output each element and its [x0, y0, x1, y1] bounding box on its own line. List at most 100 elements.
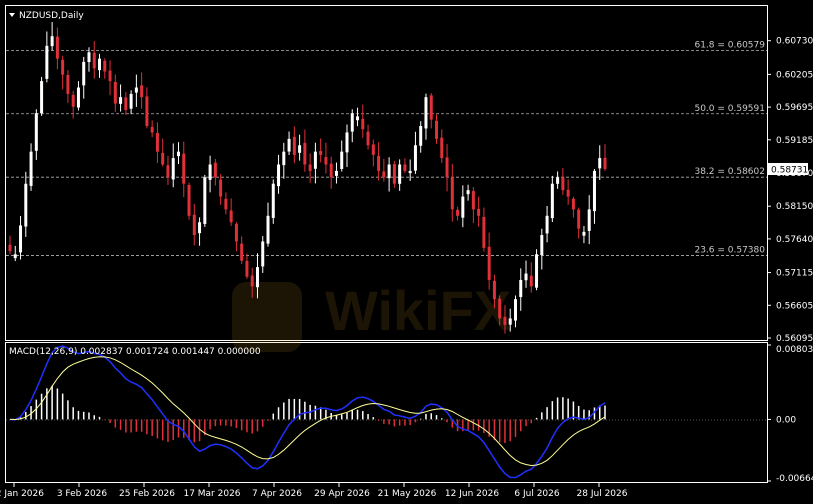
candle-body	[19, 225, 23, 253]
candle-body	[203, 177, 207, 224]
candle-body	[482, 216, 486, 248]
candle-body	[213, 162, 217, 178]
candle-body	[540, 235, 544, 256]
candle-body	[487, 246, 491, 280]
price-candles	[8, 22, 607, 334]
candle-body	[71, 94, 75, 107]
candle-body	[182, 153, 186, 184]
candle-body	[429, 95, 433, 120]
symbol-title: NZDUSD,Daily	[19, 11, 84, 21]
candle-body	[66, 74, 70, 94]
time-tick-label: 25 Feb 2026	[119, 489, 175, 499]
candle-body	[340, 151, 344, 169]
candle-body	[503, 316, 507, 325]
candle-body	[255, 267, 259, 288]
price-tick-label: 0.58150	[776, 202, 813, 212]
time-tick-label: 17 Mar 2026	[183, 489, 240, 499]
candle-body	[513, 299, 517, 321]
candle-body	[224, 198, 228, 210]
candle-body	[424, 97, 428, 129]
macd-label: MACD(12,26,9) 0.002837 0.001724 0.001447…	[9, 347, 261, 357]
candle-body	[303, 142, 307, 165]
candle-body	[187, 184, 191, 216]
candle-body	[598, 158, 602, 169]
candle-body	[234, 223, 238, 242]
candle-body	[477, 208, 481, 216]
macd-histogram	[14, 385, 606, 443]
candle-body	[345, 132, 349, 153]
candle-body	[208, 164, 212, 180]
price-tick-label: 0.59185	[776, 136, 813, 146]
candle-body	[350, 113, 354, 132]
candle-body	[329, 163, 333, 178]
candle-body	[92, 52, 96, 69]
candle-body	[24, 183, 28, 227]
candle-body	[498, 298, 502, 319]
macd-main-line	[9, 345, 606, 479]
candle-body	[413, 145, 417, 171]
dropdown-arrow-icon[interactable]	[9, 13, 15, 17]
candle-body	[334, 170, 338, 176]
candle-body	[435, 120, 439, 139]
candle-body	[366, 131, 370, 146]
candle-body	[103, 60, 107, 72]
candle-body	[29, 151, 33, 186]
candle-body	[387, 164, 391, 179]
chart-title[interactable]: NZDUSD,Daily	[9, 11, 84, 21]
candle-body	[603, 157, 607, 169]
time-tick-label: 29 Apr 2026	[314, 489, 370, 499]
price-tick-label: 0.56095	[776, 334, 813, 344]
candle-body	[61, 59, 65, 75]
candle-body	[298, 145, 302, 153]
candle-body	[450, 177, 454, 210]
current-price-label: 0.58731	[771, 166, 808, 176]
candle-body	[108, 70, 112, 82]
candle-body	[445, 157, 449, 178]
candle-body	[140, 85, 144, 98]
candle-body	[245, 260, 249, 277]
candle-body	[198, 222, 202, 234]
candle-body	[113, 82, 117, 104]
candle-body	[582, 231, 586, 236]
time-tick-label: 3 Feb 2026	[57, 489, 108, 499]
candle-body	[261, 241, 265, 267]
candle-body	[403, 164, 407, 171]
time-tick-label: 12 Jan 2026	[0, 489, 44, 499]
macd-panel-frame	[5, 342, 768, 483]
candle-body	[398, 164, 402, 184]
candle-body	[40, 81, 44, 114]
candle-body	[529, 275, 533, 287]
candle-body	[577, 209, 581, 229]
watermark-logo: WikiFX	[232, 279, 511, 352]
watermark-text: WikiFX	[325, 279, 511, 342]
candle-body	[492, 280, 496, 300]
price-tick-label: 0.59695	[776, 103, 813, 113]
candle-body	[155, 132, 159, 152]
time-tick-label: 12 Jun 2026	[445, 489, 499, 499]
candle-body	[161, 152, 165, 165]
price-tick-label: 0.60730	[776, 37, 813, 47]
candle-body	[371, 144, 375, 155]
candle-body	[176, 151, 180, 157]
candle-body	[566, 189, 570, 197]
candle-body	[592, 170, 596, 212]
candle-body	[571, 198, 575, 210]
candle-body	[171, 158, 175, 180]
macd-tick-label: 0.008033	[776, 345, 813, 355]
candle-body	[124, 97, 128, 110]
candle-body	[45, 45, 49, 79]
fib-label: 23.6 = 0.57380	[694, 246, 765, 256]
candle-body	[134, 87, 138, 93]
candle-body	[129, 93, 133, 109]
candle-body	[192, 214, 196, 236]
chart-canvas[interactable]: WikiFX 61.8 = 0.60579 50.0 = 0.59591 38.2 …	[0, 0, 813, 504]
fib-label: 50.0 = 0.59591	[694, 104, 765, 114]
candle-body	[98, 58, 102, 71]
candle-body	[282, 151, 286, 166]
candle-body	[545, 215, 549, 234]
candle-body	[287, 138, 291, 152]
candle-body	[519, 279, 523, 298]
candle-body	[550, 183, 554, 219]
candle-body	[250, 275, 254, 287]
candle-body	[87, 52, 91, 63]
